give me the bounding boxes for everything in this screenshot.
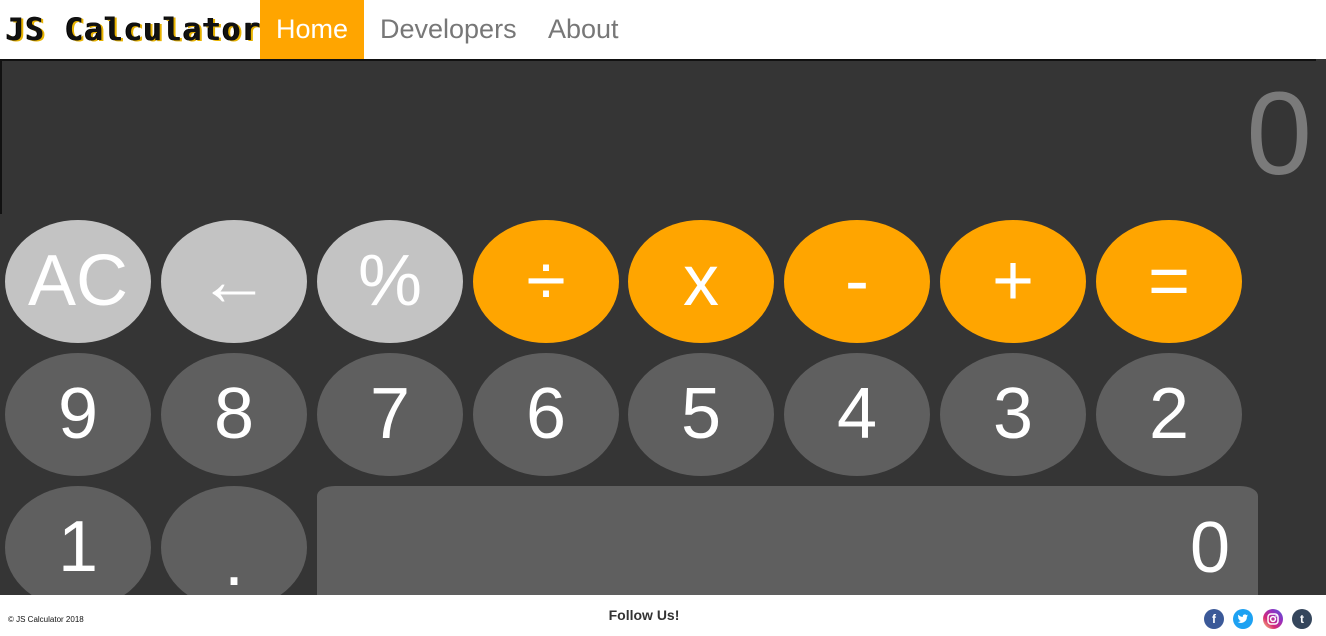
digit-9-button[interactable]: 9 (5, 353, 151, 476)
digit-3-button[interactable]: 3 (940, 353, 1086, 476)
calculator-border-top (0, 59, 1316, 61)
decimal-button[interactable]: . (161, 486, 307, 609)
percent-button[interactable]: % (317, 220, 463, 343)
app-logo[interactable]: JS Calculator (6, 10, 262, 50)
facebook-icon[interactable]: f (1204, 609, 1224, 629)
digit-4-button[interactable]: 4 (784, 353, 930, 476)
calculator-display: 0 (1246, 68, 1312, 200)
nav-about-link[interactable]: About (532, 0, 635, 59)
footer: © JS Calculator 2018 Follow Us! f t (0, 595, 1326, 636)
multiply-button[interactable]: x (628, 220, 774, 343)
digit-5-button[interactable]: 5 (628, 353, 774, 476)
digit-2-button[interactable]: 2 (1096, 353, 1242, 476)
add-button[interactable]: + (940, 220, 1086, 343)
backspace-button[interactable]: ← (161, 220, 307, 343)
equals-button[interactable]: = (1096, 220, 1242, 343)
digit-6-button[interactable]: 6 (473, 353, 619, 476)
digit-1-button[interactable]: 1 (5, 486, 151, 609)
tumblr-icon[interactable]: t (1292, 609, 1312, 629)
nav-home-link[interactable]: Home (260, 0, 364, 59)
digit-7-button[interactable]: 7 (317, 353, 463, 476)
instagram-icon[interactable] (1263, 609, 1283, 629)
subtract-button[interactable]: - (784, 220, 930, 343)
twitter-icon[interactable] (1233, 609, 1253, 629)
digit-8-button[interactable]: 8 (161, 353, 307, 476)
divide-button[interactable]: ÷ (473, 220, 619, 343)
calculator-border-left (0, 59, 2, 214)
nav-developers-link[interactable]: Developers (364, 0, 533, 59)
navbar: JS Calculator Home Developers About (0, 0, 1326, 59)
follow-us-text: Follow Us! (608, 607, 680, 623)
digit-0-button[interactable]: 0 (317, 486, 1258, 606)
clear-button[interactable]: AC (5, 220, 151, 343)
